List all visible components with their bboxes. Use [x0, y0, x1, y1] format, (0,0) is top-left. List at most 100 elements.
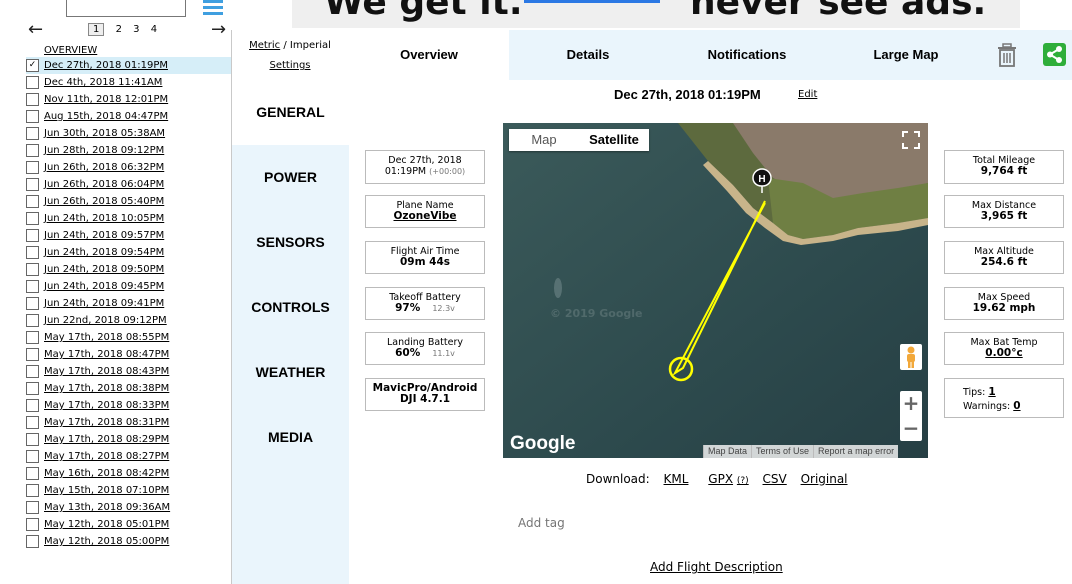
flight-link[interactable]: Jun 28th, 2018 09:12PM	[44, 145, 164, 156]
flight-list-item[interactable]: May 17th, 2018 08:43PM	[26, 363, 231, 380]
flight-link[interactable]: Aug 15th, 2018 04:47PM	[44, 111, 168, 122]
flight-link[interactable]: Jun 24th, 2018 10:05PM	[44, 213, 164, 224]
flight-link[interactable]: Jun 30th, 2018 05:38AM	[44, 128, 165, 139]
download-csv-link[interactable]: CSV	[763, 472, 787, 486]
flight-link[interactable]: May 17th, 2018 08:27PM	[44, 451, 169, 462]
flight-list-item[interactable]: May 12th, 2018 05:00PM	[26, 533, 231, 550]
flight-list-item[interactable]: Jun 28th, 2018 09:12PM	[26, 142, 231, 159]
flight-list-item[interactable]: Jun 30th, 2018 05:38AM	[26, 125, 231, 142]
ad-banner-button[interactable]	[524, 0, 660, 3]
flight-checkbox[interactable]	[26, 382, 39, 395]
flight-list-item[interactable]: May 17th, 2018 08:38PM	[26, 380, 231, 397]
flight-checkbox[interactable]: ✓	[26, 59, 39, 72]
flight-checkbox[interactable]	[26, 433, 39, 446]
download-kml-link[interactable]: KML	[664, 472, 689, 486]
terms-of-use-link[interactable]: Terms of Use	[751, 445, 814, 458]
flight-list-item[interactable]: Dec 4th, 2018 11:41AM	[26, 74, 231, 91]
flight-checkbox[interactable]	[26, 416, 39, 429]
flight-checkbox[interactable]	[26, 501, 39, 514]
flight-link[interactable]: May 12th, 2018 05:00PM	[44, 536, 169, 547]
edit-title-link[interactable]: Edit	[798, 89, 817, 100]
flight-list-item[interactable]: May 17th, 2018 08:31PM	[26, 414, 231, 431]
flight-link[interactable]: May 17th, 2018 08:47PM	[44, 349, 169, 360]
flight-link[interactable]: Nov 11th, 2018 12:01PM	[44, 94, 168, 105]
tab-notifications[interactable]: Notifications	[667, 30, 827, 80]
next-page-arrow-icon[interactable]: →	[211, 21, 226, 39]
flight-checkbox[interactable]	[26, 280, 39, 293]
flight-link[interactable]: May 17th, 2018 08:38PM	[44, 383, 169, 394]
prev-page-arrow-icon[interactable]: ←	[28, 21, 43, 39]
flight-checkbox[interactable]	[26, 450, 39, 463]
flight-link[interactable]: May 13th, 2018 09:36AM	[44, 502, 170, 513]
flight-link[interactable]: May 15th, 2018 07:10PM	[44, 485, 169, 496]
flight-link[interactable]: May 17th, 2018 08:31PM	[44, 417, 169, 428]
flight-list-item[interactable]: May 17th, 2018 08:55PM	[26, 329, 231, 346]
zoom-in-button[interactable]: +	[900, 391, 922, 416]
flight-list-item[interactable]: Jun 24th, 2018 09:57PM	[26, 227, 231, 244]
flight-checkbox[interactable]	[26, 399, 39, 412]
page-1[interactable]: 1	[88, 23, 105, 36]
flight-checkbox[interactable]	[26, 178, 39, 191]
flight-list-item[interactable]: Jun 26th, 2018 05:40PM	[26, 193, 231, 210]
sidebar-item-media[interactable]: MEDIA	[232, 405, 349, 584]
download-original-link[interactable]: Original	[801, 472, 848, 486]
flight-link[interactable]: Jun 26th, 2018 05:40PM	[44, 196, 164, 207]
flight-checkbox[interactable]	[26, 518, 39, 531]
tag-input[interactable]	[518, 514, 566, 532]
map-data-link[interactable]: Map Data	[703, 445, 752, 458]
flight-link[interactable]: May 17th, 2018 08:43PM	[44, 366, 169, 377]
flight-link[interactable]: May 12th, 2018 05:01PM	[44, 519, 169, 530]
tips-count[interactable]: 1	[988, 386, 995, 398]
trash-icon[interactable]	[996, 43, 1018, 67]
flight-link[interactable]: Jun 24th, 2018 09:57PM	[44, 230, 164, 241]
flight-checkbox[interactable]	[26, 484, 39, 497]
flight-checkbox[interactable]	[26, 535, 39, 548]
fullscreen-icon[interactable]	[899, 128, 923, 152]
flight-list-item[interactable]: Nov 11th, 2018 12:01PM	[26, 91, 231, 108]
metric-link[interactable]: Metric	[249, 40, 280, 51]
sidebar-item-weather[interactable]: WEATHER	[232, 340, 349, 405]
page-2[interactable]: 2	[116, 24, 122, 35]
flight-list-item[interactable]: May 17th, 2018 08:33PM	[26, 397, 231, 414]
flight-list-item[interactable]: May 17th, 2018 08:47PM	[26, 346, 231, 363]
flight-link[interactable]: May 17th, 2018 08:29PM	[44, 434, 169, 445]
flight-link[interactable]: Dec 27th, 2018 01:19PM	[44, 60, 168, 71]
flight-link[interactable]: May 16th, 2018 08:42PM	[44, 468, 169, 479]
flight-checkbox[interactable]	[26, 110, 39, 123]
flight-list-item[interactable]: Jun 24th, 2018 09:50PM	[26, 261, 231, 278]
sidebar-item-power[interactable]: POWER	[232, 145, 349, 210]
flight-checkbox[interactable]	[26, 195, 39, 208]
flight-checkbox[interactable]	[26, 229, 39, 242]
flight-checkbox[interactable]	[26, 263, 39, 276]
flight-link[interactable]: Jun 26th, 2018 06:04PM	[44, 179, 164, 190]
plane-name-value[interactable]: OzoneVibe	[393, 210, 456, 222]
flight-list-item[interactable]: May 12th, 2018 05:01PM	[26, 516, 231, 533]
flight-checkbox[interactable]	[26, 76, 39, 89]
flight-list-item[interactable]: May 17th, 2018 08:27PM	[26, 448, 231, 465]
street-view-pegman-icon[interactable]	[900, 344, 922, 370]
page-4[interactable]: 4	[151, 24, 157, 35]
flight-list-item[interactable]: May 16th, 2018 08:42PM	[26, 465, 231, 482]
flight-checkbox[interactable]	[26, 144, 39, 157]
flight-list-item[interactable]: Jun 26th, 2018 06:32PM	[26, 159, 231, 176]
gpx-help-link[interactable]: (?)	[737, 476, 749, 486]
tab-overview[interactable]: Overview	[349, 30, 509, 80]
map-type-map-button[interactable]: Map	[509, 129, 579, 151]
flight-list-item[interactable]: Jun 22nd, 2018 09:12PM	[26, 312, 231, 329]
download-gpx-link[interactable]: GPX	[708, 472, 733, 486]
flight-list-item[interactable]: ✓ Dec 27th, 2018 01:19PM	[26, 57, 231, 74]
share-icon[interactable]	[1043, 43, 1066, 66]
flight-checkbox[interactable]	[26, 331, 39, 344]
flight-link[interactable]: Jun 24th, 2018 09:50PM	[44, 264, 164, 275]
flight-checkbox[interactable]	[26, 246, 39, 259]
overview-link[interactable]: OVERVIEW	[44, 45, 97, 56]
flight-link[interactable]: Jun 22nd, 2018 09:12PM	[44, 315, 167, 326]
flight-list-item[interactable]: Jun 24th, 2018 09:45PM	[26, 278, 231, 295]
tab-details[interactable]: Details	[509, 30, 667, 80]
flight-link[interactable]: Jun 24th, 2018 09:41PM	[44, 298, 164, 309]
flight-search-box[interactable]	[66, 0, 186, 17]
flight-checkbox[interactable]	[26, 212, 39, 225]
map-type-satellite-button[interactable]: Satellite	[579, 129, 649, 151]
report-map-error-link[interactable]: Report a map error	[813, 445, 899, 458]
flight-link[interactable]: Jun 24th, 2018 09:45PM	[44, 281, 164, 292]
